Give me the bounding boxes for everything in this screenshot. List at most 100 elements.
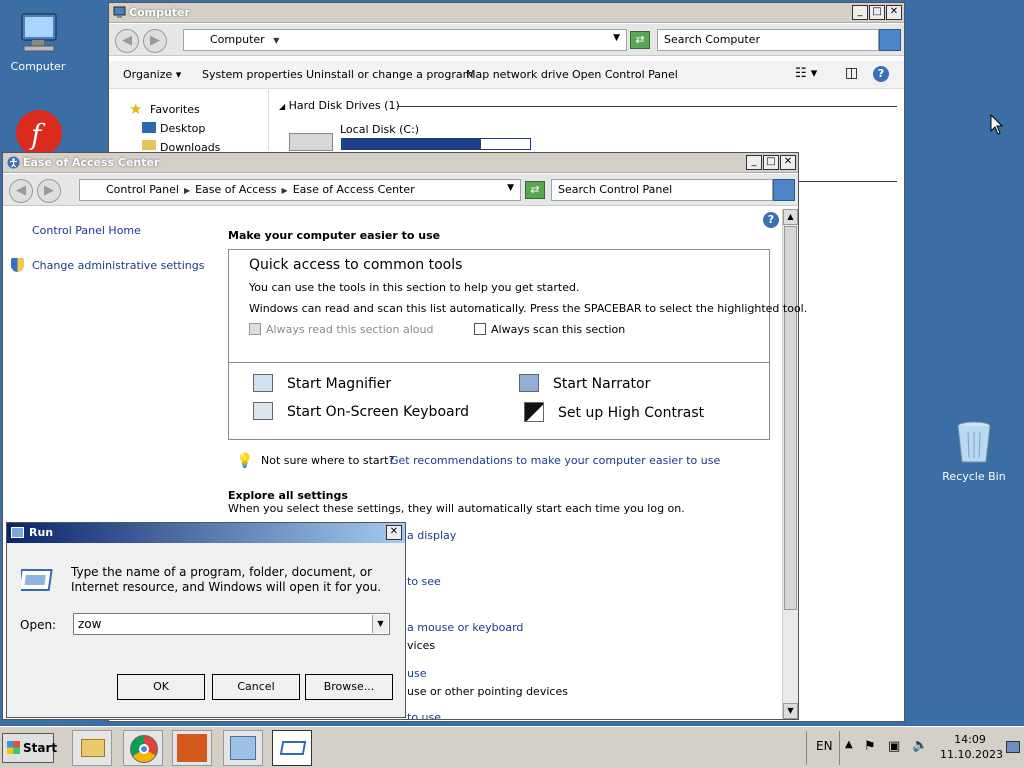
chevron-down-icon[interactable]: ▼ [273,36,279,45]
chevron-down-icon[interactable]: ▼ [613,33,620,43]
group-title: Hard Disk Drives (1) [288,99,400,112]
open-input-value[interactable]: zow [78,617,101,631]
quick-access-box: Quick access to common tools You can use… [228,249,807,440]
read-aloud-checkbox[interactable]: Always read this section aloud [249,323,434,336]
high-contrast-item[interactable]: Set up High Contrast [524,402,704,422]
run-titlebar[interactable]: Run ✕ [7,523,405,543]
ease-of-access-icon [7,156,20,169]
language-indicator[interactable]: EN [816,739,833,753]
browse-button[interactable]: Browse... [305,674,393,700]
start-osk-item[interactable]: Start On-Screen Keyboard [253,402,469,420]
help-icon[interactable]: ? [873,66,889,82]
lightbulb-icon: 💡 [236,453,254,469]
control-panel-home-link[interactable]: Control Panel Home [32,224,141,237]
local-disk-item[interactable]: Local Disk (C:) [289,123,539,151]
refresh-button[interactable]: ⇄ [525,181,545,199]
volume-icon[interactable]: 🔈 [912,738,928,753]
forward-button[interactable]: ▶ [37,179,61,203]
show-desktop-icon[interactable] [1006,741,1020,753]
eoa-titlebar[interactable]: Ease of Access Center _ □ ✕ [3,153,798,173]
breadcrumb-item[interactable]: Control Panel [106,183,179,196]
settings-link-mouse[interactable]: use [407,667,426,680]
scroll-down-button[interactable]: ▼ [783,703,798,719]
nav-favorites[interactable]: Favorites [150,103,200,116]
magnifier-icon [253,374,273,392]
settings-link-mouse-keyboard[interactable]: a mouse or keyboard [407,621,523,634]
maximize-button[interactable]: □ [869,5,885,20]
system-properties-button[interactable]: System properties [202,68,303,81]
explore-heading: Explore all settings [228,489,348,502]
settings-link-display[interactable]: a display [407,529,456,542]
open-control-panel-button[interactable]: Open Control Panel [572,68,678,81]
settings-desc: vices [407,639,436,652]
scroll-up-button[interactable]: ▲ [783,209,798,225]
chevron-right-icon[interactable]: ▶ [184,186,190,195]
chevron-down-icon[interactable]: ▼ [372,615,388,633]
hdd-group-header[interactable]: ◢ Hard Disk Drives (1) [279,99,897,112]
network-icon[interactable]: ▣ [888,739,900,754]
flash-icon[interactable]: f [14,108,64,154]
uninstall-button[interactable]: Uninstall or change a program [306,68,473,81]
action-center-icon[interactable]: ⚑ [864,739,876,754]
folder-icon [142,140,156,150]
mouse-cursor-icon [990,114,1004,135]
map-drive-button[interactable]: Map network drive [466,68,569,81]
start-magnifier-item[interactable]: Start Magnifier [253,374,391,392]
refresh-button[interactable]: ⇄ [630,31,650,49]
desktop-icon-computer[interactable]: Computer [0,8,76,73]
maximize-button[interactable]: □ [763,155,779,170]
taskbar-control-panel[interactable] [223,730,263,766]
close-button[interactable]: ✕ [386,525,402,540]
open-combobox[interactable]: zow ▼ [73,613,390,635]
checkbox-icon [474,323,486,335]
recommendations-link[interactable]: Get recommendations to make your compute… [390,454,720,467]
eoa-left-pane: Control Panel Home Change administrative… [3,207,223,507]
address-bar[interactable]: Computer ▼ ▼ [183,29,627,51]
search-icon[interactable] [773,179,795,201]
scroll-thumb[interactable] [784,226,797,610]
run-icon [11,527,24,538]
settings-link-use[interactable]: to use [407,711,441,719]
organize-button[interactable]: Organize ▾ [123,68,181,81]
views-icon[interactable]: ☷ ▾ [795,66,817,81]
search-input[interactable]: Search Control Panel [551,179,773,201]
settings-link-see[interactable]: to see [407,575,441,588]
minimize-button[interactable]: _ [746,155,762,170]
address-bar[interactable]: Control Panel ▶ Ease of Access ▶ Ease of Acc… [79,179,521,201]
tool-label: Start Narrator [553,376,651,392]
clock-date[interactable]: 11.10.2023 [940,748,1003,761]
explorer-titlebar[interactable]: Computer _ □ ✕ [109,3,904,23]
start-button[interactable]: Start [2,733,57,763]
close-button[interactable]: ✕ [780,155,796,170]
taskbar-run[interactable] [272,730,312,766]
admin-settings-link[interactable]: Change administrative settings [32,259,204,272]
clock-time[interactable]: 14:09 [940,733,1000,746]
taskbar-explorer[interactable] [72,730,112,766]
vertical-scrollbar[interactable]: ▲ ▼ [782,209,798,719]
search-icon[interactable] [879,29,901,51]
search-input[interactable]: Search Computer [657,29,879,51]
start-narrator-item[interactable]: Start Narrator [519,374,650,392]
breadcrumb-item[interactable]: Ease of Access Center [293,183,415,196]
chevron-down-icon[interactable]: ▼ [507,183,514,193]
breadcrumb-item[interactable]: Ease of Access [195,183,276,196]
back-button[interactable]: ◀ [115,29,139,53]
breadcrumb-item[interactable]: Computer [210,33,265,46]
taskbar-app[interactable] [172,730,212,766]
run-description: Type the name of a program, folder, docu… [71,565,382,594]
close-button[interactable]: ✕ [886,5,902,20]
ok-button[interactable]: OK [117,674,205,700]
taskbar-chrome[interactable] [123,730,163,766]
desktop-icon-recycle-bin[interactable]: Recycle Bin [936,418,1012,483]
chevron-up-icon[interactable]: ▲ [845,739,853,750]
scan-checkbox[interactable]: Always scan this section [474,323,625,336]
back-button[interactable]: ◀ [9,179,33,203]
preview-pane-icon[interactable]: ◫ [845,65,858,81]
window-title: Ease of Access Center [23,156,160,169]
forward-button[interactable]: ▶ [143,29,167,53]
chevron-right-icon[interactable]: ▶ [282,186,288,195]
nav-desktop[interactable]: Desktop [160,122,205,135]
minimize-button[interactable]: _ [852,5,868,20]
cancel-button[interactable]: Cancel [212,674,300,700]
help-icon[interactable]: ? [763,212,779,228]
